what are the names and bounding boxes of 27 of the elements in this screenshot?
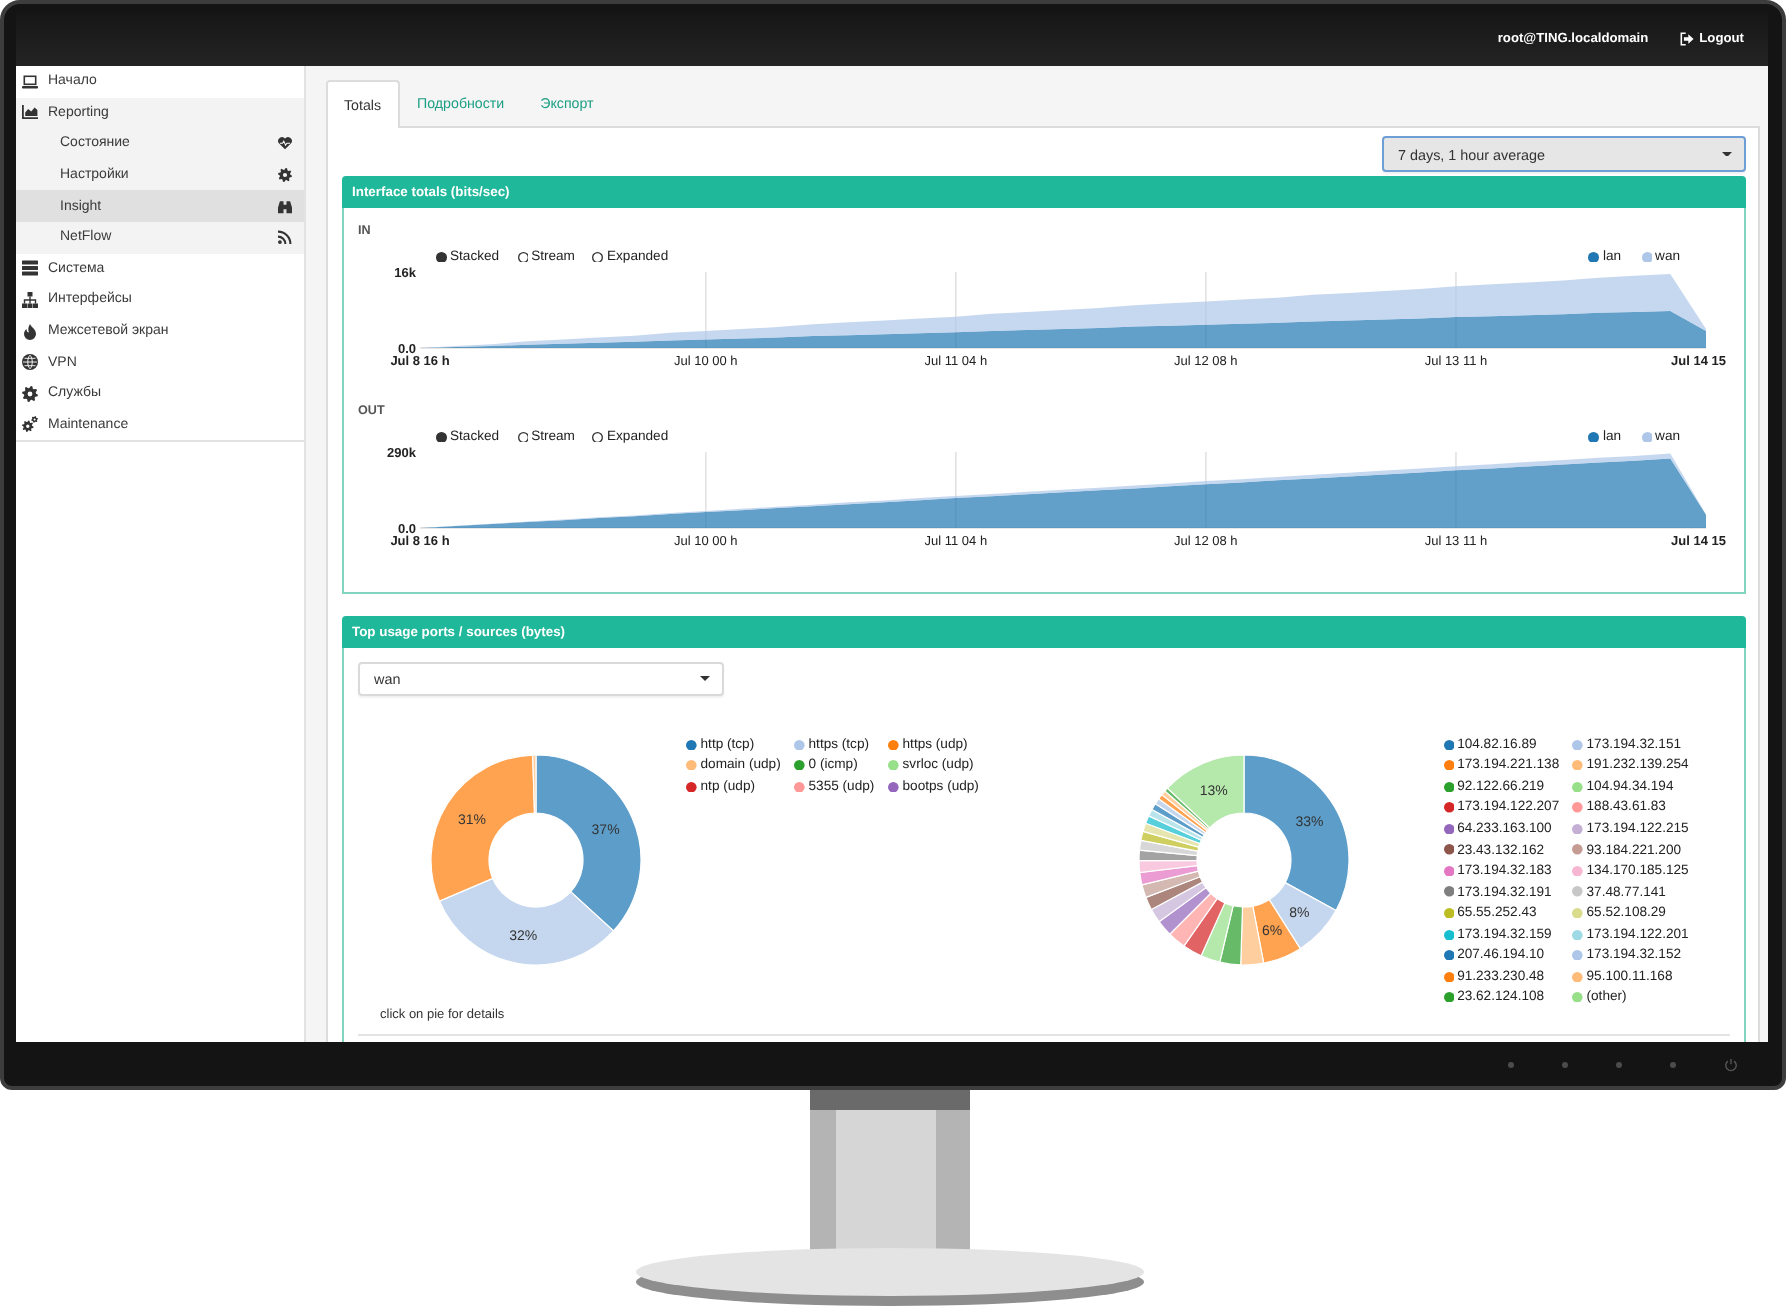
monitor-button-icon: [1562, 1061, 1568, 1067]
binoculars-icon: [278, 199, 292, 214]
server-icon: [22, 260, 38, 277]
monitor-button-icon: [1616, 1061, 1622, 1067]
globe-icon: [22, 354, 38, 371]
caret-icon: [700, 676, 710, 682]
monitor-button-icon: [1508, 1061, 1514, 1067]
donut-slice[interactable]: [1168, 893, 1217, 948]
monitor-button-icon: [1670, 1061, 1676, 1067]
power-icon: [1724, 1057, 1738, 1071]
flame-icon: [22, 323, 38, 340]
sitemap-icon: [22, 291, 38, 308]
donut-slice[interactable]: [1182, 898, 1225, 957]
donut-slice[interactable]: [1149, 881, 1206, 923]
donut-slice[interactable]: [534, 754, 641, 932]
settings-icon: [22, 385, 38, 402]
laptop-icon: [22, 73, 38, 90]
heart-pulse-icon: [278, 136, 292, 151]
donut-slice[interactable]: [1199, 902, 1233, 964]
donut-slice[interactable]: [1165, 754, 1244, 829]
gears-icon: [22, 416, 38, 433]
area-chart-icon: [22, 104, 38, 121]
caret-icon: [1722, 151, 1732, 157]
donut-slice[interactable]: [437, 878, 614, 966]
rss-icon: [278, 230, 292, 245]
logout-icon: [1680, 32, 1695, 46]
settings-icon: [278, 168, 292, 183]
